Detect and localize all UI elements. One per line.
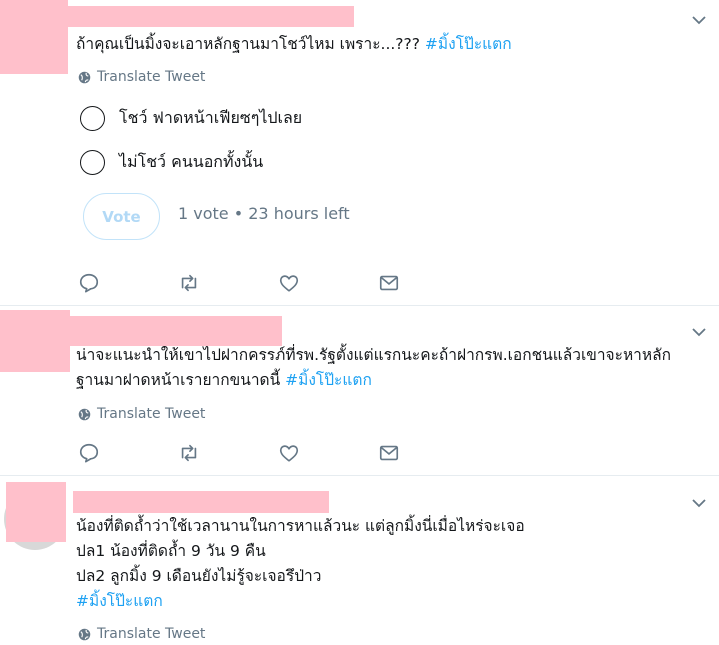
globe-icon [78, 71, 91, 83]
translate-label: Translate Tweet [97, 69, 206, 85]
reply-button[interactable] [78, 441, 178, 465]
tweet-text-line: ปล1 น้องที่ติดถ้ำ 9 วัน 9 คืน [76, 542, 266, 560]
reply-button[interactable] [78, 271, 178, 295]
translate-tweet-link[interactable]: Translate Tweet [78, 626, 205, 642]
tweet-actions [78, 271, 478, 295]
tweet[interactable]: ถ้าคุณเป็นมิ้งจะเอาหลักฐานมาโชว์ไหม เพรา… [0, 0, 719, 306]
translate-tweet-link[interactable]: Translate Tweet [78, 406, 205, 422]
hashtag-link[interactable]: #มิ้งโป๊ะแตก [425, 35, 512, 53]
retweet-button[interactable] [178, 271, 278, 295]
direct-message-icon [379, 445, 399, 461]
tweet[interactable]: น่าจะแนะนำให้เขาไปฝากครรภ์ที่รพ.รัฐตั้งแ… [0, 306, 719, 476]
vote-button[interactable]: Vote [83, 193, 160, 240]
retweet-button[interactable] [178, 441, 278, 465]
redacted-avatar [0, 310, 70, 372]
poll-option[interactable]: โชว์ ฟาดหน้าเฟียซๆไปเลย [80, 106, 302, 131]
poll-option[interactable]: ไม่โชว์ คนนอกทั้งนั้น [80, 150, 263, 175]
tweet[interactable]: น้องที่ติดถ้ำว่าใช้เวลานานในการหาแล้วนะ … [0, 476, 719, 645]
direct-message-icon [379, 275, 399, 291]
reply-icon [79, 443, 99, 463]
direct-message-button[interactable] [378, 441, 478, 465]
like-button[interactable] [278, 271, 378, 295]
tweet-text-line: น้องที่ติดถ้ำว่าใช้เวลานานในการหาแล้วนะ … [76, 517, 525, 535]
reply-icon [79, 273, 99, 293]
globe-icon [78, 628, 91, 640]
retweet-icon [181, 274, 197, 292]
hashtag-link[interactable]: #มิ้งโป๊ะแตก [285, 371, 372, 389]
redacted-username [73, 491, 329, 513]
translate-label: Translate Tweet [97, 406, 206, 422]
poll-option-label: โชว์ ฟาดหน้าเฟียซๆไปเลย [119, 108, 303, 127]
chevron-down-icon[interactable] [691, 12, 707, 28]
tweet-actions [78, 441, 478, 465]
tweet-text-line: ฐานมาฝาดหน้าเรายากขนาดนี้ [76, 371, 286, 389]
poll-meta: 1 vote • 23 hours left [178, 204, 350, 223]
chevron-down-icon[interactable] [691, 495, 707, 511]
globe-icon [78, 408, 91, 420]
tweet-text: น้องที่ติดถ้ำว่าใช้เวลานานในการหาแล้วนะ … [76, 514, 706, 614]
tweet-text-line: ปล2 ลูกมิ้ง 9 เดือนยังไม่รู้จะเจอรึป่าว [76, 567, 322, 585]
poll-radio[interactable] [80, 106, 105, 131]
redacted-username [68, 6, 354, 27]
translate-tweet-link[interactable]: Translate Tweet [78, 69, 205, 85]
translate-label: Translate Tweet [97, 626, 206, 642]
like-icon [279, 275, 299, 292]
tweet-text-line: น่าจะแนะนำให้เขาไปฝากครรภ์ที่รพ.รัฐตั้งแ… [76, 346, 671, 364]
chevron-down-icon[interactable] [691, 324, 707, 340]
redacted-username [70, 316, 282, 346]
redacted-avatar [0, 0, 68, 74]
tweet-text: น่าจะแนะนำให้เขาไปฝากครรภ์ที่รพ.รัฐตั้งแ… [76, 343, 706, 393]
retweet-icon [181, 444, 197, 462]
like-button[interactable] [278, 441, 378, 465]
direct-message-button[interactable] [378, 271, 478, 295]
poll-radio[interactable] [80, 150, 105, 175]
poll-option-label: ไม่โชว์ คนนอกทั้งนั้น [119, 152, 264, 171]
tweet-text: ถ้าคุณเป็นมิ้งจะเอาหลักฐานมาโชว์ไหม เพรา… [76, 32, 706, 57]
redacted-avatar [6, 482, 66, 542]
tweet-text-line: ถ้าคุณเป็นมิ้งจะเอาหลักฐานมาโชว์ไหม เพรา… [76, 35, 425, 53]
like-icon [279, 445, 299, 462]
hashtag-link[interactable]: #มิ้งโป๊ะแตก [76, 592, 163, 610]
